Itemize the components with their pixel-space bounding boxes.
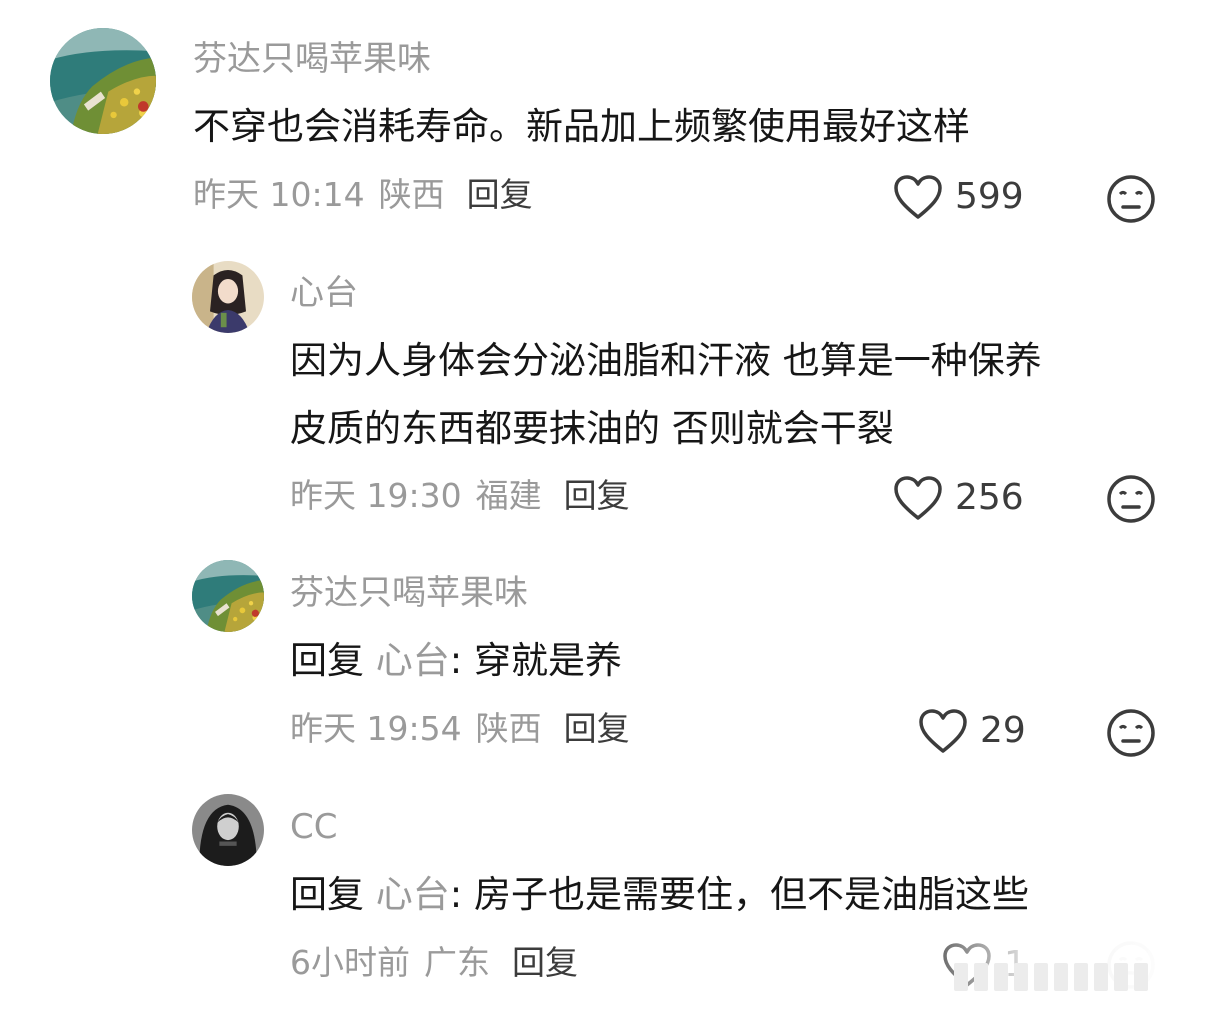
reply-button[interactable]: 回复 (512, 943, 578, 982)
comment-text: 因为人身体会分泌油脂和汗液 也算是一种保养 皮质的东西都要抹油的 否则就会干裂 (290, 327, 1042, 463)
comment-text: 不穿也会消耗寿命。新品加上频繁使用最好这样 (193, 93, 970, 161)
watermark-bar (1014, 963, 1028, 991)
reply-button[interactable]: 回复 (564, 709, 630, 748)
comment-meta: 昨天 19:30 福建 回复 (290, 479, 630, 512)
reaction-button[interactable] (1106, 708, 1156, 758)
watermark-bar (1134, 963, 1148, 991)
reply-prefix: 回复 (290, 873, 364, 916)
watermark-bar (1054, 963, 1068, 991)
reply-button[interactable]: 回复 (564, 476, 630, 515)
dark-portrait-avatar-icon (192, 794, 264, 866)
like-button[interactable]: 599 (893, 174, 1024, 220)
avatar[interactable] (50, 28, 156, 134)
heart-outline-icon (894, 175, 942, 219)
like-button[interactable]: 29 (918, 708, 1026, 754)
timestamp: 6小时前 (290, 943, 410, 982)
reply-prefix: 回复 (290, 639, 364, 682)
watermark-bar (994, 963, 1008, 991)
reply-button[interactable]: 回复 (467, 175, 533, 214)
timestamp: 昨天 19:54 (290, 709, 462, 748)
comment-body: : 房子也是需要住，但不是油脂这些 (449, 873, 1029, 916)
username[interactable]: CC (290, 810, 337, 844)
location: 陕西 (378, 175, 445, 214)
girl-portrait-avatar-icon (192, 261, 264, 333)
comment-text: 回复 心台: 房子也是需要住，但不是油脂这些 (290, 861, 1029, 929)
watermark-bar (1094, 963, 1108, 991)
mention-link[interactable]: 心台 (376, 639, 450, 682)
avatar[interactable] (192, 560, 264, 632)
like-count: 599 (955, 176, 1024, 217)
reaction-button[interactable] (1106, 474, 1156, 524)
location: 陕西 (475, 709, 542, 748)
watermark-bar (1114, 963, 1128, 991)
like-count: 29 (980, 710, 1026, 751)
reaction-button[interactable] (1106, 174, 1156, 224)
comment-text: 回复 心台: 穿就是养 (290, 627, 622, 695)
coastal-landscape-avatar-icon (50, 28, 156, 134)
comment-text-line: 皮质的东西都要抹油的 否则就会干裂 (290, 407, 894, 450)
comment-meta: 昨天 10:14 陕西 回复 (193, 178, 533, 211)
username[interactable]: 芬达只喝苹果味 (193, 42, 431, 76)
comment-text-line: 因为人身体会分泌油脂和汗液 也算是一种保养 (290, 339, 1042, 382)
watermark-bar (974, 963, 988, 991)
username[interactable]: 芬达只喝苹果味 (290, 576, 528, 610)
neutral-face-icon (1107, 475, 1155, 523)
watermark-bar (1034, 963, 1048, 991)
watermark-bar (954, 963, 968, 991)
neutral-face-icon (1107, 175, 1155, 223)
heart-outline-icon (919, 709, 967, 753)
comment-text-line: 不穿也会消耗寿命。新品加上频繁使用最好这样 (193, 105, 970, 148)
like-count: 256 (955, 477, 1024, 518)
timestamp: 昨天 19:30 (290, 476, 462, 515)
comment-meta: 6小时前 广东 回复 (290, 946, 578, 979)
comment-meta: 昨天 19:54 陕西 回复 (290, 712, 630, 745)
comment-body: : 穿就是养 (449, 639, 622, 682)
avatar[interactable] (192, 261, 264, 333)
location: 广东 (424, 943, 490, 982)
username[interactable]: 心台 (290, 276, 358, 310)
avatar[interactable] (192, 794, 264, 866)
neutral-face-icon (1107, 709, 1155, 757)
like-button[interactable]: 256 (893, 475, 1024, 521)
location: 福建 (475, 476, 542, 515)
watermark-bars (954, 963, 1148, 991)
mention-link[interactable]: 心台 (376, 873, 450, 916)
timestamp: 昨天 10:14 (193, 175, 365, 214)
heart-outline-icon (894, 476, 942, 520)
watermark-bar (1074, 963, 1088, 991)
coastal-landscape-avatar-icon (192, 560, 264, 632)
